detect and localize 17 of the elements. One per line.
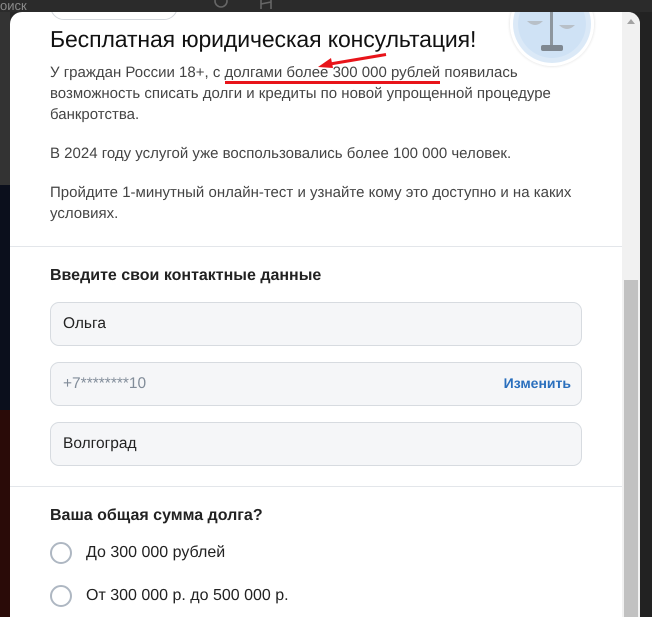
search-text: оиск: [0, 0, 27, 13]
radio-button[interactable]: [50, 585, 72, 607]
text-field[interactable]: Ольга: [50, 302, 582, 346]
arrow-drawing: [318, 53, 386, 68]
option-label[interactable]: От 300 000 р. до 500 000 р.: [86, 587, 289, 605]
question-heading: Ваша общая сумма долга?: [50, 506, 264, 526]
scroll-up-icon[interactable]: [627, 18, 635, 24]
search-icon[interactable]: [213, 0, 229, 10]
radio-button[interactable]: [50, 542, 72, 564]
text-field[interactable]: Волгоград: [50, 422, 582, 466]
modal-title: Бесплатная юридическая консультация!: [50, 26, 476, 52]
paragraph: У граждан России 18+, с долгами более 300 000 рублей появилась возможность списать долги и кредиты по новой упрощенной процедуре банкротства.: [50, 63, 552, 125]
paragraph: Пройдите 1-минутный онлайн-тест и узнайте кому это доступно и на каких условиях.: [50, 183, 572, 224]
section-heading: Введите свои контактные данные: [50, 266, 322, 286]
scrollbar-thumb[interactable]: [624, 280, 638, 617]
paragraph: В 2024 году услугой уже воспользовались более 100 000 человек.: [50, 144, 512, 164]
option-label[interactable]: До 300 000 рублей: [86, 544, 226, 562]
